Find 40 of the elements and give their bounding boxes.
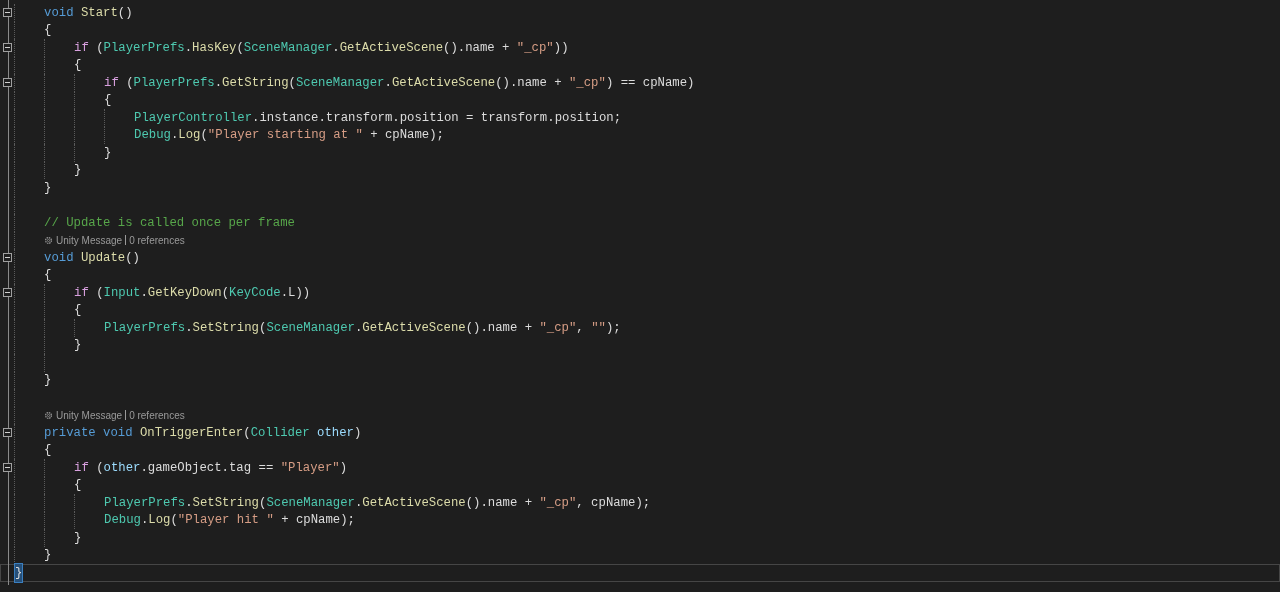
code-line: private void OnTriggerEnter(Collider other)	[44, 424, 362, 442]
collapse-icon[interactable]	[3, 428, 12, 438]
code-line: PlayerController.instance.transform.position = transform.position;	[134, 109, 622, 127]
code-line: {	[74, 302, 82, 320]
code-line: {	[44, 267, 52, 285]
code-line: if (PlayerPrefs.GetString(SceneManager.GetActiveScene().name + "_cp") == cpName)	[104, 74, 695, 92]
code-line: if (Input.GetKeyDown(KeyCode.L))	[74, 284, 311, 302]
code-line: if (other.gameObject.tag == "Player")	[74, 459, 348, 477]
codelens-link[interactable]: Unity Message	[56, 407, 123, 423]
code-line: PlayerPrefs.SetString(SceneManager.GetActiveScene().name + "_cp", cpName);	[104, 494, 651, 512]
code-line: }	[74, 337, 82, 355]
code-line: {	[104, 92, 112, 110]
code-line: }	[104, 144, 112, 162]
collapse-icon[interactable]	[3, 8, 12, 18]
code-comment: // Update is called once per frame	[44, 214, 295, 232]
code-line: {	[74, 477, 82, 495]
code-line: }	[74, 529, 82, 547]
collapse-icon[interactable]	[3, 463, 12, 473]
code-line: }	[44, 372, 52, 390]
code-line: {	[44, 442, 52, 460]
codelens-link[interactable]: 0 references	[129, 407, 185, 423]
code-line: if (PlayerPrefs.HasKey(SceneManager.GetActiveScene().name + "_cp"))	[74, 39, 569, 57]
code-line: Debug.Log("Player hit " + cpName);	[104, 512, 355, 530]
code-line: }	[44, 179, 52, 197]
code-line: Debug.Log("Player starting at " + cpName);	[134, 127, 444, 145]
gear-icon	[44, 235, 53, 245]
code-line: }	[44, 547, 52, 565]
code-line: void Update()	[44, 249, 140, 267]
collapse-icon[interactable]	[3, 78, 12, 88]
collapse-icon[interactable]	[3, 253, 12, 263]
code-line: PlayerPrefs.SetString(SceneManager.GetActiveScene().name + "_cp", "");	[104, 319, 621, 337]
collapse-icon[interactable]	[3, 288, 12, 298]
code-line: }	[74, 162, 82, 180]
code-line: {	[44, 22, 52, 40]
code-line: {	[74, 57, 82, 75]
codelens-link[interactable]: 0 references	[129, 232, 185, 248]
gear-icon	[44, 410, 53, 420]
collapse-icon[interactable]	[3, 43, 12, 53]
codelens-link[interactable]: Unity Message	[56, 232, 123, 248]
code-line: void Start()	[44, 4, 133, 22]
